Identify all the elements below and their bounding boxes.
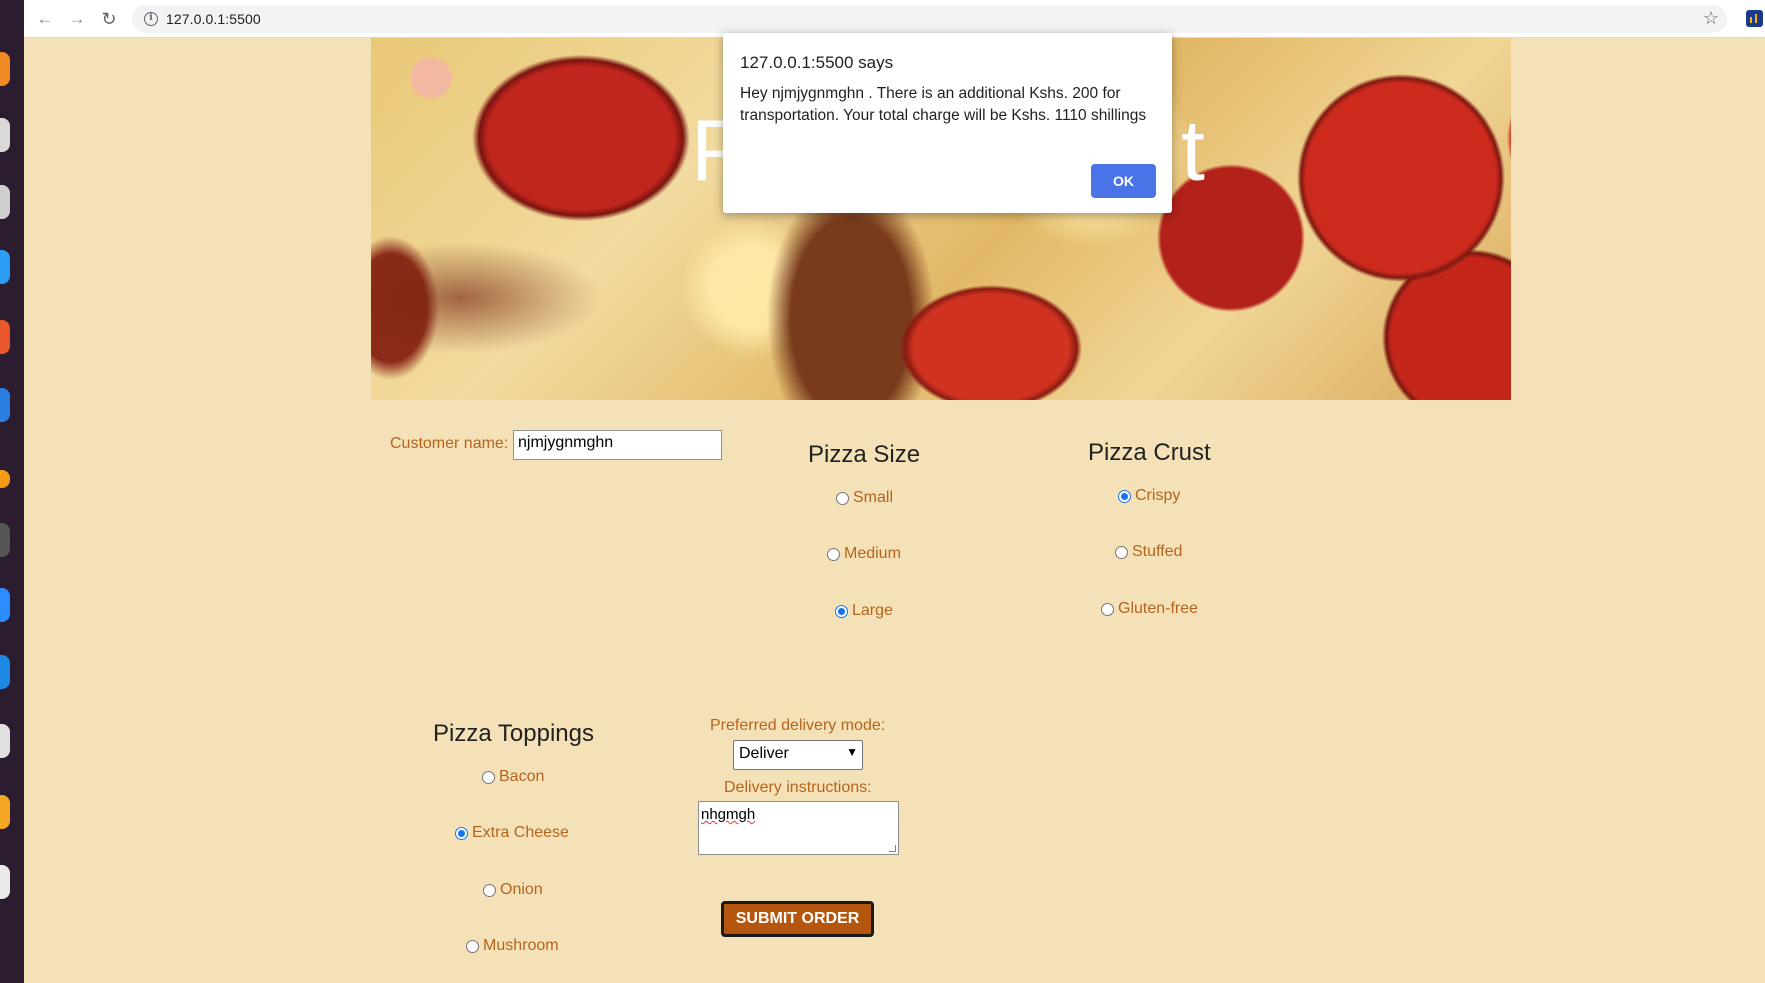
customer-name-label: Customer name:: [390, 435, 509, 452]
crust-option-crispy[interactable]: Crispy: [1118, 487, 1180, 505]
crust-option-label: Stuffed: [1132, 543, 1183, 560]
dialog-title: 127.0.0.1:5500 says: [740, 53, 894, 72]
radio-button[interactable]: [1115, 545, 1128, 559]
app-icon[interactable]: [0, 523, 10, 557]
extension-icon[interactable]: [1746, 10, 1763, 27]
address-bar[interactable]: i 127.0.0.1:5500 ☆: [132, 5, 1727, 33]
radio-button[interactable]: [466, 939, 479, 953]
os-dock: [0, 0, 24, 983]
app-blue-icon[interactable]: [0, 655, 10, 689]
firefox-icon[interactable]: [0, 52, 10, 86]
files-icon[interactable]: [0, 118, 10, 152]
customer-name-input[interactable]: njmjygnmghn: [513, 430, 722, 460]
forward-arrow-icon[interactable]: →: [64, 6, 90, 32]
software-icon[interactable]: [0, 320, 10, 354]
terminal-icon[interactable]: [0, 185, 10, 219]
delivery-instructions-label: Delivery instructions:: [724, 779, 872, 796]
radio-button[interactable]: [482, 770, 495, 784]
radio-button[interactable]: [483, 883, 496, 897]
size-option-label: Small: [853, 489, 894, 506]
topping-option-label: Mushroom: [483, 937, 559, 954]
size-option-large[interactable]: Large: [835, 602, 893, 620]
back-arrow-icon[interactable]: ←: [32, 6, 58, 32]
radio-button[interactable]: [455, 826, 468, 840]
radio-button[interactable]: [827, 547, 840, 561]
firefox-dev-icon[interactable]: [0, 795, 10, 829]
delivery-mode-value: Deliver: [739, 745, 789, 762]
hero-title-end: t: [1181, 103, 1205, 199]
chevron-down-icon: ▼: [846, 745, 858, 759]
text-editor-icon[interactable]: [0, 865, 10, 899]
radio-button[interactable]: [836, 491, 849, 505]
size-option-label: Medium: [844, 545, 901, 562]
reload-icon[interactable]: ↻: [96, 6, 122, 32]
crust-option-label: Gluten-free: [1118, 600, 1199, 617]
alert-dialog: 127.0.0.1:5500 says Hey njmjygnmghn . Th…: [723, 33, 1172, 213]
site-info-icon[interactable]: i: [144, 12, 158, 26]
topping-option-mushroom[interactable]: Mushroom: [466, 937, 559, 955]
radio-button[interactable]: [1118, 489, 1131, 503]
submit-order-button[interactable]: SUBMIT ORDER: [721, 901, 874, 937]
vlc-icon[interactable]: [0, 470, 10, 488]
delivery-mode-select[interactable]: Deliver ▼: [733, 740, 863, 770]
pizza-size-heading: Pizza Size: [808, 441, 921, 468]
size-option-label: Large: [852, 602, 893, 619]
topping-option-label: Onion: [500, 881, 543, 898]
delivery-mode-label: Preferred delivery mode:: [710, 717, 886, 734]
crust-option-stuffed[interactable]: Stuffed: [1115, 543, 1182, 561]
chrome-icon[interactable]: [0, 724, 10, 758]
crust-option-gluten-free[interactable]: Gluten-free: [1101, 600, 1198, 618]
url-text[interactable]: 127.0.0.1:5500: [166, 11, 261, 27]
size-option-medium[interactable]: Medium: [827, 545, 901, 563]
bookmark-star-icon[interactable]: ☆: [1703, 8, 1719, 29]
pizza-toppings-heading: Pizza Toppings: [433, 720, 594, 747]
delivery-instructions-textarea[interactable]: nhgmgh: [698, 801, 899, 855]
resize-handle-icon[interactable]: [889, 845, 896, 852]
topping-option-extra-cheese[interactable]: Extra Cheese: [455, 824, 569, 842]
dialog-message: Hey njmjygnmghn . There is an additional…: [740, 85, 1147, 124]
browser-icon[interactable]: [0, 388, 10, 422]
ok-button[interactable]: OK: [1091, 164, 1156, 198]
topping-option-onion[interactable]: Onion: [483, 881, 543, 899]
zoom-icon[interactable]: [0, 588, 10, 622]
pizza-crust-heading: Pizza Crust: [1088, 439, 1211, 466]
topping-option-label: Bacon: [499, 768, 545, 785]
radio-button[interactable]: [1101, 602, 1114, 616]
vscode-icon[interactable]: [0, 250, 10, 284]
topping-option-label: Extra Cheese: [472, 824, 569, 841]
topping-option-bacon[interactable]: Bacon: [482, 768, 544, 786]
instructions-text: nhgmgh: [701, 806, 756, 823]
radio-button[interactable]: [835, 604, 848, 618]
crust-option-label: Crispy: [1135, 487, 1181, 504]
size-option-small[interactable]: Small: [836, 489, 893, 507]
